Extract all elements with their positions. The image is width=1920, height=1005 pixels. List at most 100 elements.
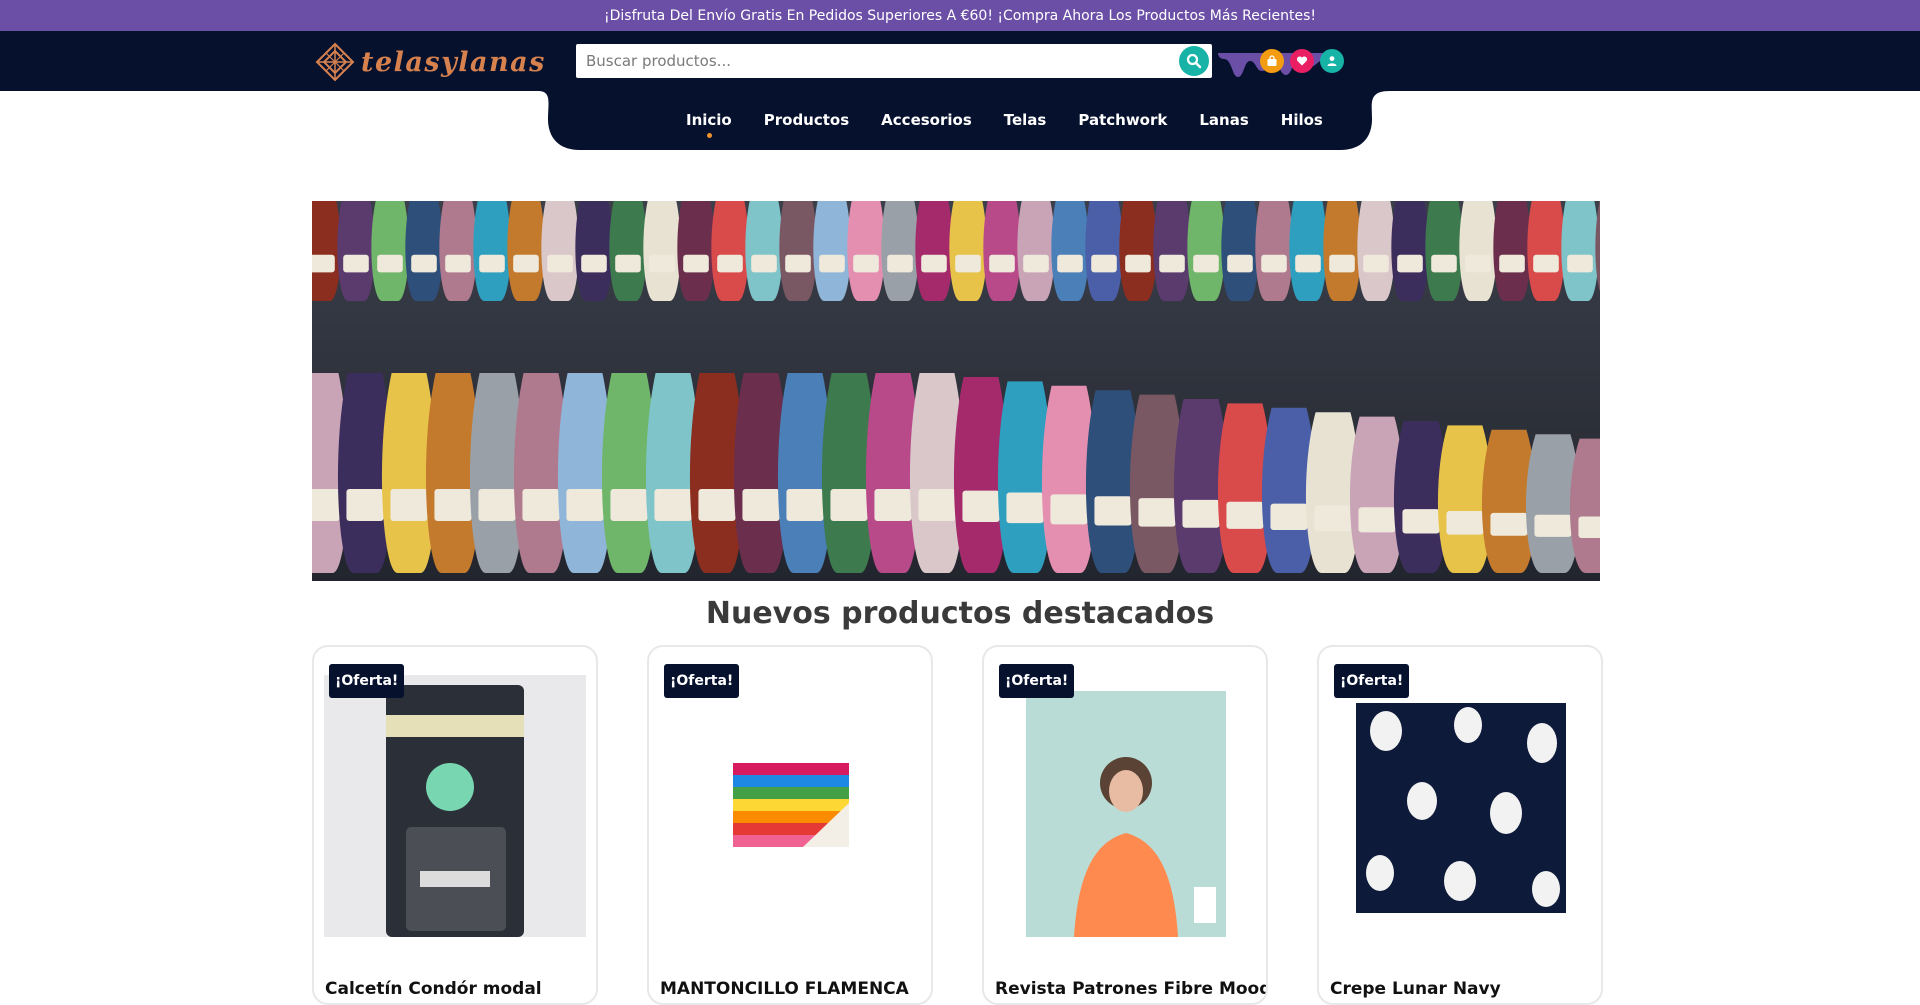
yarn-label — [1533, 254, 1559, 273]
yarn-skein — [1459, 201, 1497, 301]
yarn-label — [785, 254, 811, 273]
yarn-skein — [779, 201, 817, 301]
yarn-label — [887, 254, 913, 273]
yarn-label — [962, 490, 1000, 523]
product-image-shawl — [733, 763, 849, 847]
yarn-label — [1465, 254, 1491, 273]
yarn-label — [1431, 254, 1457, 273]
yarn-skein — [1357, 201, 1395, 301]
product-title[interactable]: Calcetín Condór modal — [325, 979, 542, 999]
product-card[interactable]: ¡Oferta! Crepe Lunar Navy — [1317, 645, 1603, 1005]
yarn-label — [853, 254, 879, 273]
yarn-skein — [881, 201, 919, 301]
product-image-fabric — [1356, 703, 1566, 913]
yarn-label — [1227, 254, 1253, 273]
yarn-label — [1270, 503, 1308, 531]
yarn-label — [989, 254, 1015, 273]
yarn-skein — [1289, 201, 1327, 301]
yarn-label — [1446, 511, 1484, 535]
yarn-skein — [1493, 201, 1531, 301]
yarn-skein — [745, 201, 783, 301]
yarn-label — [581, 254, 607, 273]
nav-item-patchwork[interactable]: Patchwork — [1078, 111, 1167, 129]
yarn-skein — [1255, 201, 1293, 301]
yarn-skein — [1391, 201, 1429, 301]
nav-item-hilos[interactable]: Hilos — [1281, 111, 1323, 129]
product-card[interactable]: ¡Oferta! MANTONCILLO FLAMENCA — [647, 645, 933, 1005]
yarn-skein — [1153, 201, 1191, 301]
yarn-skein — [1527, 201, 1565, 301]
yarn-label — [312, 254, 335, 273]
search-bar — [576, 44, 1212, 78]
product-title[interactable]: Crepe Lunar Navy — [1330, 979, 1501, 999]
yarn-label — [717, 254, 743, 273]
yarn-label — [1125, 254, 1151, 273]
yarn-skein — [643, 201, 681, 301]
yarn-skein — [609, 201, 647, 301]
search-icon — [1186, 53, 1202, 69]
yarn-skein — [473, 201, 511, 301]
product-card[interactable]: ¡Oferta! Revista Patrones Fibre Mood — [982, 645, 1268, 1005]
yarn-skein — [711, 201, 749, 301]
product-title[interactable]: MANTONCILLO FLAMENCA — [660, 979, 909, 999]
yarn-skein — [847, 201, 885, 301]
yarn-label — [1091, 254, 1117, 273]
yarn-skein — [405, 201, 443, 301]
yarn-label — [751, 254, 777, 273]
hero-yarn-image — [312, 201, 1600, 581]
yarn-skein — [1425, 201, 1463, 301]
wishlist-button[interactable] — [1290, 49, 1314, 73]
yarn-skein — [1323, 201, 1361, 301]
yarn-label — [955, 254, 981, 273]
yarn-label — [566, 489, 604, 521]
yarn-skein — [1085, 201, 1123, 301]
search-input[interactable] — [576, 44, 1176, 78]
yarn-label — [1050, 494, 1088, 525]
yarn-label — [513, 254, 539, 273]
yarn-label — [1534, 514, 1572, 537]
yarn-label — [1226, 501, 1264, 529]
yarn-skein — [439, 201, 477, 301]
user-icon — [1327, 56, 1337, 66]
shopping-bag-icon — [1267, 55, 1277, 66]
yarn-label — [1193, 254, 1219, 273]
yarn-skein — [949, 201, 987, 301]
account-button[interactable] — [1320, 49, 1344, 73]
nav-item-inicio[interactable]: Inicio — [686, 111, 732, 138]
yarn-label — [698, 489, 736, 521]
yarn-label — [683, 254, 709, 273]
sale-badge: ¡Oferta! — [999, 664, 1075, 698]
product-title[interactable]: Revista Patrones Fibre Mood — [995, 979, 1266, 999]
yarn-label — [610, 489, 648, 521]
yarn-label — [830, 489, 868, 521]
yarn-label — [1329, 254, 1355, 273]
yarn-label — [1363, 254, 1389, 273]
yarn-skein — [312, 201, 341, 301]
nav-item-lanas[interactable]: Lanas — [1199, 111, 1248, 129]
yarn-label — [1578, 516, 1600, 539]
yarn-label — [1182, 499, 1220, 528]
yarn-label — [819, 254, 845, 273]
product-image-magazine — [1026, 691, 1226, 937]
yarn-label — [1490, 512, 1528, 536]
yarn-label — [479, 254, 505, 273]
yarn-label — [1567, 254, 1593, 273]
search-button[interactable] — [1179, 46, 1209, 76]
logo[interactable]: telasylanas — [315, 41, 546, 83]
yarn-label — [921, 254, 947, 273]
yarn-label — [615, 254, 641, 273]
nav-item-telas[interactable]: Telas — [1004, 111, 1047, 129]
nav-item-accesorios[interactable]: Accesorios — [881, 111, 972, 129]
yarn-label — [1138, 498, 1176, 527]
nav-item-productos[interactable]: Productos — [764, 111, 849, 129]
yarn-skein — [541, 201, 579, 301]
cart-button[interactable] — [1260, 49, 1284, 73]
sale-badge: ¡Oferta! — [329, 664, 405, 698]
hero-banner[interactable] — [312, 201, 1600, 581]
site-header: telasylanas — [0, 31, 1920, 91]
yarn-label — [547, 254, 573, 273]
yarn-label — [786, 489, 824, 521]
product-card[interactable]: ¡Oferta! Calcetín Condór modal — [312, 645, 598, 1005]
yarn-label — [343, 254, 369, 273]
yarn-skein — [575, 201, 613, 301]
